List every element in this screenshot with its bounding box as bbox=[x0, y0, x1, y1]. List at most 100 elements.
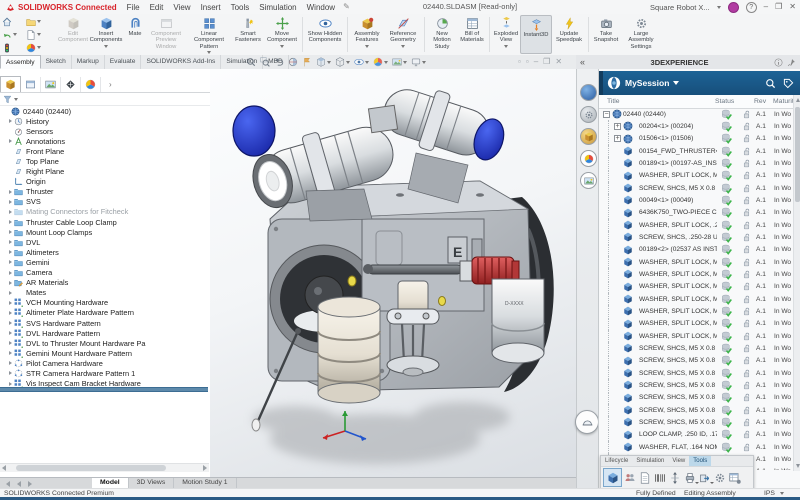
pin-menu-icon[interactable]: ✎ bbox=[343, 2, 350, 12]
avatar[interactable] bbox=[728, 2, 739, 13]
panel-row[interactable]: WASHER, SPLIT LOCK, .250 NO...A.1In Work bbox=[599, 219, 793, 231]
zoom-to-fit-icon[interactable] bbox=[245, 57, 257, 67]
scrollbar-thumb[interactable] bbox=[16, 465, 166, 471]
scroll-down-icon[interactable] bbox=[796, 464, 800, 468]
scroll-up-icon[interactable] bbox=[796, 98, 800, 102]
appearance-button[interactable] bbox=[26, 43, 50, 53]
tab-markup[interactable]: Markup bbox=[72, 55, 105, 69]
report-icon[interactable] bbox=[638, 469, 652, 486]
footer-tab-tools[interactable]: Tools bbox=[689, 456, 711, 466]
unlocked-icon[interactable] bbox=[742, 270, 751, 279]
expand-arrow-icon[interactable] bbox=[6, 250, 14, 254]
dropdown-caret-icon[interactable] bbox=[104, 45, 108, 48]
expand-arrow-icon[interactable] bbox=[6, 341, 14, 345]
3d-model-assembly[interactable]: E bbox=[210, 69, 576, 477]
tab-solidworks-add-ins[interactable]: SOLIDWORKS Add-Ins bbox=[141, 55, 221, 69]
expand-arrow-icon[interactable] bbox=[6, 200, 14, 204]
expand-arrow-icon[interactable] bbox=[6, 210, 14, 214]
ribbon-button-move-component[interactable]: Move Component bbox=[264, 15, 300, 54]
filter-funnel-icon[interactable] bbox=[3, 95, 12, 104]
panel-row[interactable]: WASHER, SPLIT LOCK, M5 SCR...A.1In Work bbox=[599, 256, 793, 268]
unlocked-icon[interactable] bbox=[742, 319, 751, 328]
menu-view[interactable]: View bbox=[173, 3, 190, 12]
view-settings-icon[interactable] bbox=[410, 57, 427, 67]
unlocked-icon[interactable] bbox=[742, 282, 751, 291]
expand-box-icon[interactable]: + bbox=[614, 135, 621, 142]
doc-minimize-icon[interactable]: – bbox=[534, 56, 538, 68]
dropdown-caret-icon[interactable] bbox=[403, 61, 407, 64]
tree-item-ar-materials[interactable]: AR Materials bbox=[0, 278, 210, 288]
ribbon-button-reference-geometry[interactable]: Reference Geometry bbox=[384, 15, 422, 54]
column-maturity[interactable]: Maturity bbox=[773, 98, 793, 105]
ribbon-button-exploded-view[interactable]: Exploded View bbox=[492, 15, 520, 54]
dynamic-annotation-icon[interactable] bbox=[301, 57, 313, 67]
unlocked-icon[interactable] bbox=[742, 443, 751, 452]
expand-arrow-icon[interactable] bbox=[6, 371, 14, 375]
tree-item-thruster-cable-loop-clamp[interactable]: Thruster Cable Loop Clamp bbox=[0, 217, 210, 227]
panel-row[interactable]: LOOP CLAMP, .250 ID, .172 DIA...A.1In Wo… bbox=[599, 429, 793, 441]
panel-row[interactable]: SCREW, SHCS, M5 X 0.8 MM TH...A.1In Work bbox=[599, 367, 793, 379]
view-orientation-icon[interactable] bbox=[315, 57, 332, 67]
unlocked-icon[interactable] bbox=[742, 344, 751, 353]
panel-row[interactable]: −02440 (02440)A.1In Work bbox=[599, 108, 793, 120]
ribbon-button-assembly-features[interactable]: Assembly Features bbox=[350, 15, 384, 54]
unlocked-icon[interactable] bbox=[742, 245, 751, 254]
configurationmanager-tab[interactable] bbox=[41, 77, 61, 92]
expand-arrow-icon[interactable] bbox=[6, 321, 14, 325]
panel-row[interactable]: SCREW, SHCS, M5 X 0.8 MM TH...A.1In Work bbox=[599, 379, 793, 391]
expand-arrow-icon[interactable] bbox=[6, 240, 14, 244]
minimize-button[interactable]: – bbox=[764, 2, 768, 12]
unlocked-icon[interactable] bbox=[742, 208, 751, 217]
rollback-bar[interactable] bbox=[0, 387, 208, 392]
ribbon-button-smart-fasteners[interactable]: Smart Fasteners bbox=[232, 15, 264, 54]
export-icon[interactable] bbox=[698, 469, 712, 486]
tab-assembly[interactable]: Assembly bbox=[0, 55, 41, 69]
info-icon[interactable] bbox=[774, 58, 783, 67]
ribbon-button-linear-component-pattern[interactable]: Linear Component Pattern bbox=[186, 15, 232, 54]
tree-item-dvl-to-thruster-mount-hardware-pa[interactable]: DVL to Thruster Mount Hardware Pa bbox=[0, 338, 210, 348]
account-label[interactable]: Square Robot X... bbox=[650, 3, 710, 12]
appearance-wheel-icon[interactable] bbox=[580, 150, 597, 167]
panel-row[interactable]: SCREW, SHCS, M5 X 0.8 MM TH...A.1In Work bbox=[599, 182, 793, 194]
tree-item-thruster[interactable]: Thruster bbox=[0, 187, 210, 197]
filter-dropdown-icon[interactable] bbox=[14, 98, 18, 101]
barcode-icon[interactable] bbox=[653, 469, 667, 486]
panel-row[interactable]: 00189<2> (02537 AS INSTALLED)A.1In Work bbox=[599, 244, 793, 256]
lifecycle-status-button[interactable] bbox=[2, 43, 26, 53]
panel-row[interactable]: WASHER, SPLIT LOCK, M5 SCR...A.1In Work bbox=[599, 268, 793, 280]
dropdown-caret-icon[interactable] bbox=[346, 61, 350, 64]
expand-arrow-icon[interactable] bbox=[6, 382, 14, 386]
session-title[interactable]: MySession bbox=[625, 78, 669, 88]
account-chevron-icon[interactable] bbox=[717, 6, 721, 9]
unlocked-icon[interactable] bbox=[742, 430, 751, 439]
panel-row[interactable]: WASHER, SPLIT LOCK, M5 SCR...A.1In Work bbox=[599, 170, 793, 182]
dropdown-caret-icon[interactable] bbox=[207, 51, 211, 54]
tree-item-right-plane[interactable]: Right Plane bbox=[0, 167, 210, 177]
expand-arrow-icon[interactable] bbox=[6, 351, 14, 355]
doc-close-icon[interactable]: ✕ bbox=[555, 56, 562, 68]
dropdown-caret-icon[interactable] bbox=[422, 61, 426, 64]
expand-arrow-icon[interactable] bbox=[6, 260, 14, 264]
panel-row[interactable]: WASHER, SPLIT LOCK, M5 SCR...A.1In Work bbox=[599, 281, 793, 293]
housing-cylinder-right[interactable]: D-XXXX bbox=[492, 279, 544, 363]
menu-file[interactable]: File bbox=[127, 3, 140, 12]
tree-horizontal-scrollbar[interactable] bbox=[0, 463, 209, 472]
ribbon-button-instant3d[interactable]: Instant3D bbox=[520, 15, 552, 54]
panel-row[interactable]: SCREW, SHCS, M5 X 0.8 MM TH...A.1In Work bbox=[599, 404, 793, 416]
footer-tab-simulation[interactable]: Simulation bbox=[632, 456, 668, 466]
ribbon-button-update-speedpak[interactable]: Update Speedpak bbox=[552, 15, 586, 54]
zoom-to-area-icon[interactable] bbox=[259, 57, 271, 67]
panel-vertical-scrollbar[interactable] bbox=[793, 95, 800, 471]
unlocked-icon[interactable] bbox=[742, 393, 751, 402]
units-dropdown-icon[interactable] bbox=[780, 492, 784, 495]
tree-item-annotations[interactable]: Annotations bbox=[0, 136, 210, 146]
featuremanager-tree-tab[interactable] bbox=[0, 76, 21, 92]
propertymanager-tab[interactable] bbox=[21, 77, 41, 92]
restore-button[interactable]: ❐ bbox=[775, 2, 782, 12]
unlocked-icon[interactable] bbox=[742, 381, 751, 390]
tree-item-str-camera-hardware-pattern-1[interactable]: STR Camera Hardware Pattern 1 bbox=[0, 368, 210, 378]
doc-restore-icon[interactable]: ▫ bbox=[518, 56, 521, 68]
panel-row[interactable]: SCREW, SHCS, M5 X 0.8 MM TH...A.1In Work bbox=[599, 342, 793, 354]
edit-appearance-icon[interactable] bbox=[372, 57, 389, 67]
column-title[interactable]: Title bbox=[607, 98, 620, 105]
